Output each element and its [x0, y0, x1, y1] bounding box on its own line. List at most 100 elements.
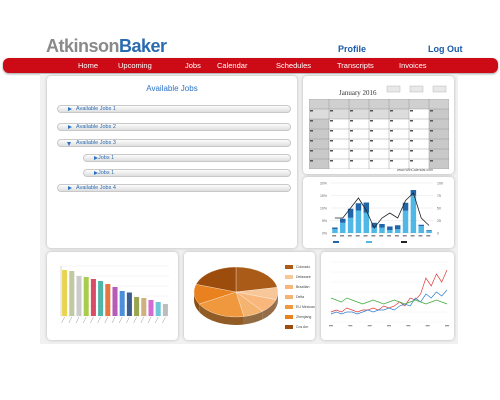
combo-x-tick-label: [355, 235, 360, 237]
calendar-day-number: [350, 150, 353, 152]
calendar-day-number: [330, 120, 333, 122]
combo-bar-light: [418, 226, 424, 233]
combo-legend-swatch: [366, 241, 372, 243]
nav-jobs[interactable]: Jobs: [185, 61, 201, 70]
calendar-day-number: [370, 150, 373, 152]
bar-mark: [112, 287, 118, 316]
calendar-day-number: [410, 130, 413, 132]
next-month-mini: [432, 85, 447, 93]
job-group-row[interactable]: Available Jobs 4: [57, 184, 291, 192]
combo-bar-light: [394, 229, 401, 233]
job-sub-row[interactable]: Jobs 1: [83, 154, 291, 162]
bar-mark: [83, 277, 89, 316]
current-month-mini: [409, 85, 424, 93]
combo-x-tick-label: [410, 235, 415, 237]
bar-chart: [60, 265, 169, 324]
pie-legend-item: Zhenjiang: [285, 315, 311, 320]
calendar-day-number: [370, 120, 373, 122]
calendar-day-number: [390, 140, 393, 142]
bar-mark: [90, 279, 96, 316]
line-x-tick-label: [406, 325, 411, 327]
calendar-day-number: [410, 150, 413, 152]
combo-y-tick-right: 100: [437, 182, 443, 186]
line-x-tick-label: [348, 325, 353, 327]
nav-upcoming[interactable]: Upcoming: [118, 61, 152, 70]
combo-x-tick-label: [347, 235, 352, 237]
pie-legend-label: Delta: [296, 295, 305, 299]
line-chart: [329, 261, 449, 327]
calendar-footer-link[interactable]: www.WinCalendar.com: [397, 168, 433, 172]
job-group-label: Available Jobs 2: [76, 124, 116, 130]
combo-x-tick-label: [418, 235, 423, 237]
calendar-day-number: [370, 160, 373, 162]
combo-y-tick-left: 15%: [320, 194, 327, 198]
bar-chart-panel: [47, 252, 178, 340]
calendar-day-number: [430, 110, 433, 112]
combo-bar-light: [410, 195, 417, 233]
combo-x-tick-label: [402, 235, 407, 237]
calendar-day-number: [310, 120, 313, 122]
available-jobs-panel: Available Jobs Available Jobs 1 Availabl…: [47, 76, 297, 248]
calendar-weekday-header: [309, 99, 449, 109]
calendar-day-number: [430, 150, 433, 152]
available-jobs-title: Available Jobs: [146, 84, 198, 93]
calendar-day-number: [390, 130, 393, 132]
logo-text-baker: Baker: [119, 36, 167, 56]
combo-bar-dark: [426, 230, 432, 231]
combo-y-tick-left: 20%: [320, 182, 327, 186]
logout-link[interactable]: Log Out: [428, 44, 463, 54]
job-group-row[interactable]: Available Jobs 3: [57, 139, 291, 147]
job-sub-label: Jobs 1: [98, 155, 115, 161]
nav-transcripts[interactable]: Transcripts: [337, 61, 374, 70]
nav-schedules[interactable]: Schedules: [276, 61, 311, 70]
bar-x-tick-label: [82, 316, 87, 324]
combo-bar-light: [347, 217, 354, 233]
calendar-day-number: [370, 130, 373, 132]
calendar-day-number: [330, 150, 333, 152]
combo-y-tick-left: 0%: [322, 232, 327, 236]
bar-x-tick-label: [118, 316, 123, 324]
combo-x-tick-label: [426, 235, 431, 237]
chevron-down-icon: [67, 141, 71, 146]
job-group-row[interactable]: Available Jobs 1: [57, 105, 291, 113]
profile-link[interactable]: Profile: [338, 44, 366, 54]
nav-home[interactable]: Home: [78, 61, 98, 70]
bar-mark: [98, 281, 104, 316]
bar-x-tick-label: [111, 316, 116, 324]
pie-legend-item: EU Mexicans: [285, 305, 315, 310]
combo-bar-dark: [332, 227, 338, 229]
pie-legend-swatch: [285, 325, 293, 330]
calendar-grid[interactable]: [309, 99, 449, 169]
combo-bar-light: [340, 222, 346, 233]
calendar-day-number: [310, 130, 313, 132]
bar-mark: [162, 304, 168, 316]
calendar-day-number: [370, 110, 373, 112]
pie-legend-label: Brazilian: [296, 285, 310, 289]
pie-chart-panel: Colorado Delaware Brazilian Delta EU Mexican…: [184, 252, 315, 340]
calendar-day-number: [330, 130, 333, 132]
line-chart-panel: [321, 252, 454, 340]
job-group-row[interactable]: Available Jobs 2: [57, 123, 291, 131]
dashboard-area: Available Jobs Available Jobs 1 Availabl…: [40, 74, 458, 344]
combo-legend-swatch: [401, 241, 407, 243]
app-logo[interactable]: AtkinsonBaker: [46, 36, 167, 57]
combo-chart: 20% 100 15% 75 10% 50 5% 25 0% 0: [320, 182, 443, 243]
combo-bar-light: [426, 231, 432, 233]
calendar-prev-month-days: [309, 109, 409, 119]
bar-mark: [76, 276, 82, 316]
bar-mark: [69, 271, 75, 316]
line-x-tick-label: [329, 325, 333, 327]
bar-x-tick-label: [126, 316, 130, 324]
calendar-panel: January 2016 www.WinCalendar.com: [303, 76, 454, 174]
combo-bar-light: [332, 229, 338, 233]
combo-y-tick-right: 50: [437, 207, 441, 211]
nav-calendar[interactable]: Calendar: [217, 61, 247, 70]
pie-legend-item: Delaware: [285, 275, 311, 280]
calendar-day-number: [350, 140, 353, 142]
combo-bar-dark: [379, 224, 385, 228]
combo-x-tick-label: [371, 235, 376, 237]
combo-chart-panel: 20% 100 15% 75 10% 50 5% 25 0% 0: [303, 177, 454, 248]
calendar-day-number: [410, 120, 413, 122]
nav-invoices[interactable]: Invoices: [399, 61, 427, 70]
job-sub-row[interactable]: Jobs 1: [83, 169, 291, 177]
